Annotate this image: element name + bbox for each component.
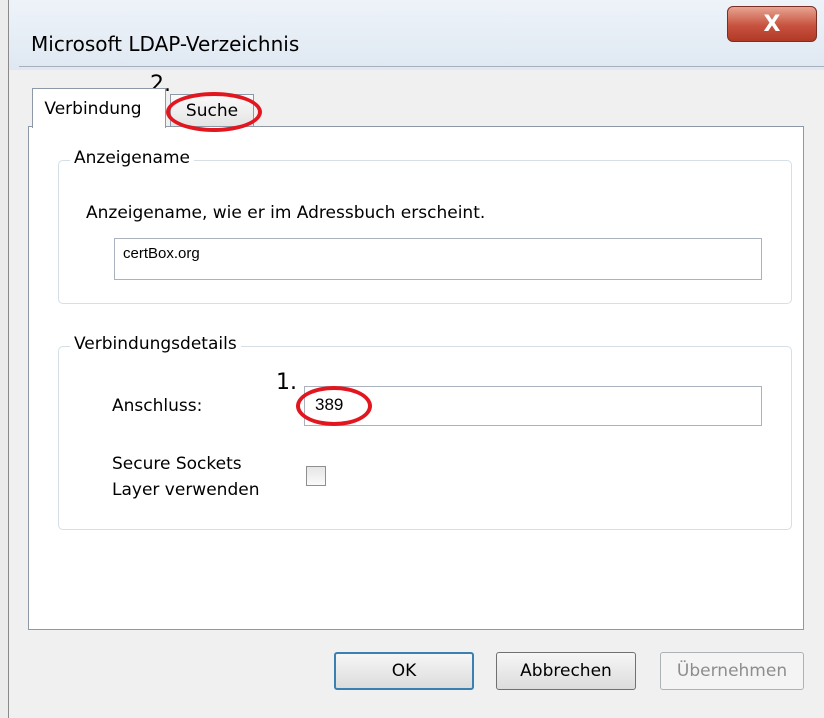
- ssl-label-line1: Secure Sockets: [112, 454, 242, 474]
- connection-details-legend: Verbindungsdetails: [70, 334, 241, 354]
- annotation-circle-port: [296, 386, 372, 426]
- display-name-value: certBox.org: [123, 245, 200, 262]
- ssl-label-line2: Layer verwenden: [112, 480, 260, 500]
- tab-verbindung[interactable]: Verbindung: [32, 88, 166, 128]
- connection-details-group: [58, 346, 792, 530]
- display-name-legend: Anzeigename: [70, 148, 194, 168]
- cancel-button[interactable]: Abbrechen: [496, 652, 636, 690]
- display-name-group: [58, 160, 792, 304]
- ok-button[interactable]: OK: [334, 652, 474, 690]
- window-title: Microsoft LDAP-Verzeichnis: [31, 32, 300, 56]
- ssl-checkbox[interactable]: [306, 466, 326, 486]
- display-name-description: Anzeigename, wie er im Adressbuch ersche…: [86, 203, 486, 223]
- background-edge: [0, 0, 8, 718]
- tab-verbindung-label: Verbindung: [44, 98, 142, 119]
- close-button[interactable]: X: [727, 6, 817, 42]
- close-icon: X: [763, 11, 781, 37]
- title-bar: Microsoft LDAP-Verzeichnis X: [9, 0, 824, 70]
- annotation-circle-suche: [166, 92, 262, 132]
- port-input[interactable]: 389: [304, 386, 762, 426]
- port-label: Anschluss:: [112, 396, 203, 416]
- annotation-step-1: 1.: [276, 370, 297, 395]
- apply-button[interactable]: Übernehmen: [660, 652, 804, 690]
- display-name-input[interactable]: certBox.org: [114, 238, 762, 280]
